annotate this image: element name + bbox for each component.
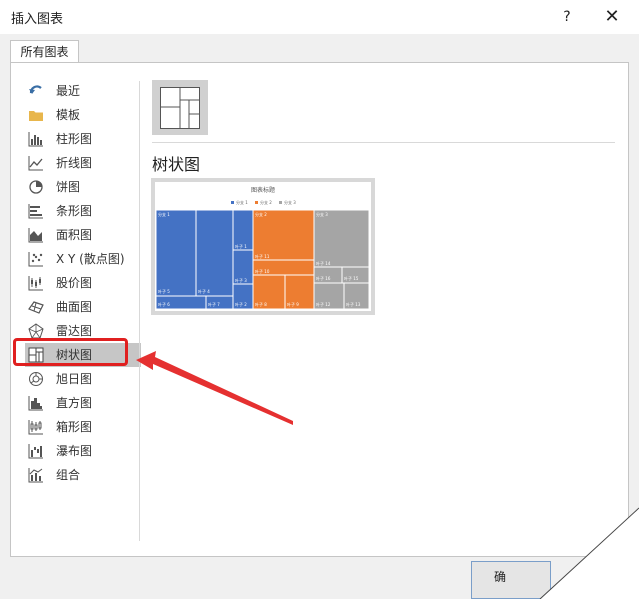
sidebar-item-label: 最近 [56,84,81,98]
sidebar-item-label: 直方图 [56,396,93,410]
label-leaf-16: 叶子 16 [316,275,331,281]
ok-button[interactable]: 确 [471,561,551,599]
histogram-chart-icon [28,395,44,411]
legend-swatch-1 [231,201,234,204]
tile-leaf-11 [252,209,315,261]
recent-icon [28,83,44,99]
scatter-chart-icon [28,251,44,267]
treemap-tiles [155,209,370,310]
sidebar-item-label: X Y (散点图) [56,252,125,266]
area-chart-icon [28,227,44,243]
sidebar-item-combo[interactable]: 组合 [25,463,141,487]
label-leaf-6: 叶子 6 [158,301,170,307]
sidebar-item-column[interactable]: 柱形图 [25,127,141,151]
sidebar-item-label: 模板 [56,108,81,122]
label-leaf-13: 叶子 13 [346,301,361,307]
sidebar-item-label: 饼图 [56,180,81,194]
combo-chart-icon [28,467,44,483]
label-leaf-11: 叶子 11 [255,253,270,259]
title-bar: 插入图表 ? ✕ [0,0,639,34]
sidebar-item-area[interactable]: 面积图 [25,223,141,247]
label-leaf-3: 叶子 3 [235,277,247,283]
sidebar-item-scatter[interactable]: X Y (散点图) [25,247,141,271]
sidebar-item-sunburst[interactable]: 旭日图 [25,367,141,391]
insert-chart-dialog: 插入图表 ? ✕ 所有图表 最近 模板 柱形图 折线图 饼图 条形图 面积图 X… [0,0,639,599]
sidebar-item-label: 股价图 [56,276,93,290]
label-leaf-5: 叶子 5 [158,288,170,294]
sidebar-item-label: 瀑布图 [56,444,93,458]
sidebar-item-stock[interactable]: 股价图 [25,271,141,295]
label-leaf-14: 叶子 14 [316,260,331,266]
sidebar-item-label: 面积图 [56,228,93,242]
tile-leaf-4 [195,209,234,297]
radar-chart-icon [28,323,44,339]
chart-type-sidebar: 最近 模板 柱形图 折线图 饼图 条形图 面积图 X Y (散点图) 股价图 曲… [25,79,143,487]
surface-chart-icon [28,299,44,315]
line-chart-icon [28,155,44,171]
close-button[interactable]: ✕ [598,4,626,30]
sidebar-item-label: 柱形图 [56,132,93,146]
tab-all-charts[interactable]: 所有图表 [10,40,79,63]
sidebar-item-label: 曲面图 [56,300,93,314]
sidebar-item-pie[interactable]: 饼图 [25,175,141,199]
column-chart-icon [28,131,44,147]
pie-chart-icon [28,179,44,195]
legend-label-1: 分支 1 [236,199,248,205]
tile-leaf-5 [155,209,197,297]
treemap-preview: 图表标题 分支 1 分支 2 分支 3 分支 1 分支 2 分支 3 叶子 5 … [155,182,371,311]
sidebar-item-label: 雷达图 [56,324,93,338]
box-chart-icon [28,419,44,435]
sidebar-item-surface[interactable]: 曲面图 [25,295,141,319]
sidebar-item-label: 箱形图 [56,420,93,434]
label-branch-1: 分支 1 [158,211,170,217]
sidebar-item-histogram[interactable]: 直方图 [25,391,141,415]
sidebar-item-recent[interactable]: 最近 [25,79,141,103]
treemap-icon [160,87,200,129]
sidebar-item-bar[interactable]: 条形图 [25,199,141,223]
label-branch-2: 分支 2 [255,211,267,217]
label-leaf-8: 叶子 8 [255,301,267,307]
legend-label-3: 分支 3 [284,199,296,205]
label-leaf-4: 叶子 4 [198,288,210,294]
highlight-box [13,338,128,366]
sidebar-item-label: 旭日图 [56,372,93,386]
chart-panel: 最近 模板 柱形图 折线图 饼图 条形图 面积图 X Y (散点图) 股价图 曲… [10,62,629,557]
label-branch-3: 分支 3 [316,211,328,217]
ok-button-label: 确 [494,570,507,584]
legend-swatch-3 [279,201,282,204]
bar-chart-icon [28,203,44,219]
sidebar-item-label: 条形图 [56,204,93,218]
header-divider [152,142,615,143]
sidebar-divider [139,81,140,541]
treemap-subtype-thumbnail[interactable] [152,80,208,135]
help-button[interactable]: ? [553,4,581,30]
label-leaf-7: 叶子 7 [208,301,220,307]
preview-legend: 分支 1 分支 2 分支 3 [231,199,296,205]
sidebar-item-waterfall[interactable]: 瀑布图 [25,439,141,463]
sidebar-item-label: 折线图 [56,156,93,170]
selected-chart-name: 树状图 [152,155,201,174]
preview-title: 图表标题 [251,186,275,194]
label-leaf-2: 叶子 2 [235,301,247,307]
tile-leaf-14 [313,209,370,268]
waterfall-chart-icon [28,443,44,459]
sidebar-item-line[interactable]: 折线图 [25,151,141,175]
label-leaf-10: 叶子 10 [255,268,270,274]
sidebar-item-label: 组合 [56,468,81,482]
label-leaf-9: 叶子 9 [287,301,299,307]
legend-swatch-2 [255,201,258,204]
label-leaf-12: 叶子 12 [316,301,331,307]
label-leaf-15: 叶子 15 [344,275,359,281]
chart-preview[interactable]: 图表标题 分支 1 分支 2 分支 3 分支 1 分支 2 分支 3 叶子 5 … [151,178,375,315]
stock-chart-icon [28,275,44,291]
label-leaf-1: 叶子 1 [235,243,247,249]
sidebar-item-templates[interactable]: 模板 [25,103,141,127]
sidebar-item-box[interactable]: 箱形图 [25,415,141,439]
legend-label-2: 分支 2 [260,199,272,205]
sunburst-chart-icon [28,371,44,387]
dialog-title: 插入图表 [11,12,64,27]
folder-icon [28,107,44,123]
